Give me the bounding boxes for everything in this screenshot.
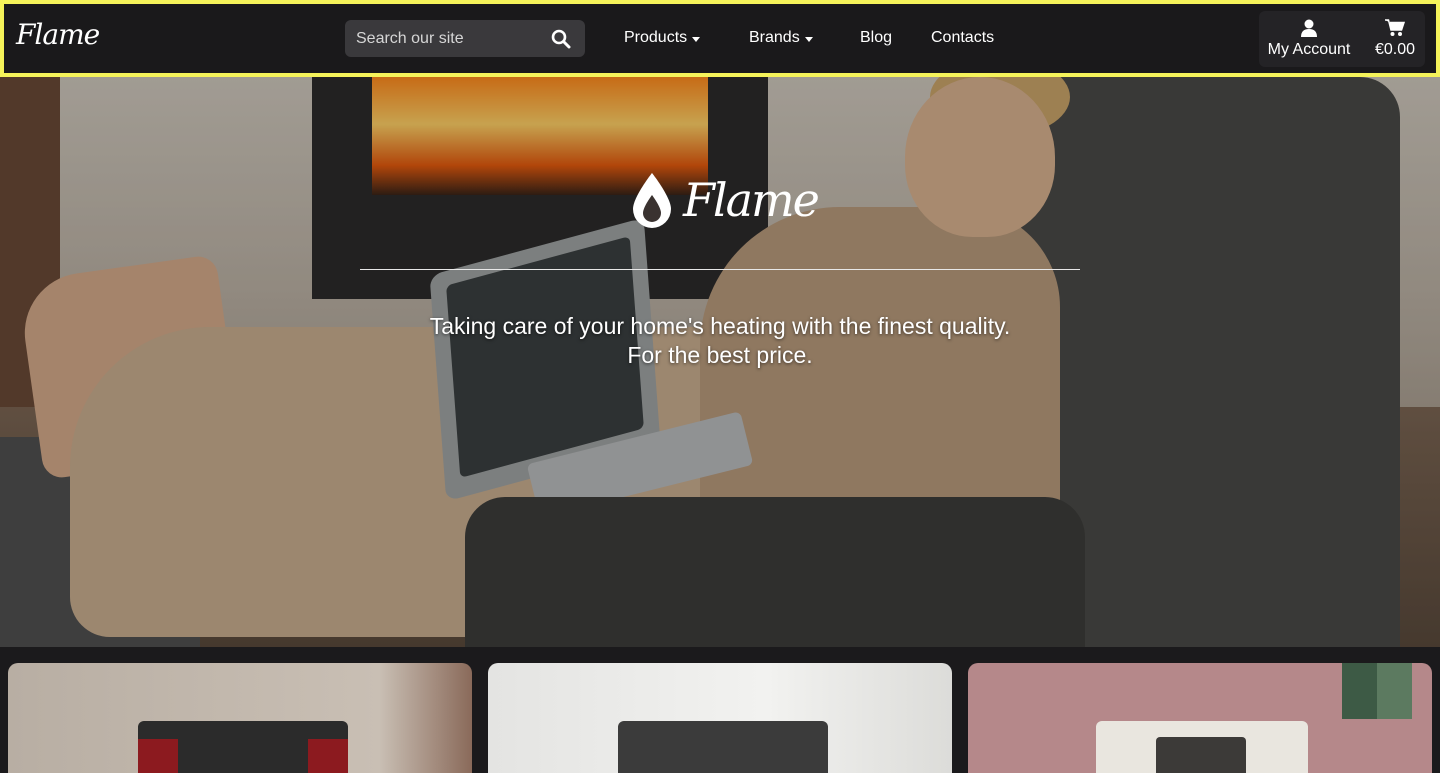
product-card[interactable] (488, 663, 952, 773)
nav-products-label: Products (624, 29, 688, 46)
caret-down-icon (692, 36, 701, 42)
cart-icon (1385, 19, 1405, 36)
nav-brands-label: Brands (749, 29, 800, 46)
hero-tagline-line1: Taking care of your home's heating with … (429, 313, 1011, 339)
nav-blog-label: Blog (860, 29, 893, 46)
nav-contacts[interactable]: Contacts (931, 29, 994, 47)
nav-products[interactable]: Products (624, 29, 701, 47)
cart-button[interactable]: €0.00 (1369, 15, 1421, 59)
caret-down-icon (804, 36, 813, 42)
my-account-label: My Account (1267, 41, 1351, 58)
hero-logo: Flame (631, 170, 831, 230)
stove-side-panel (308, 739, 348, 773)
search-box (345, 20, 585, 57)
search-input[interactable] (345, 29, 540, 48)
wall-art (1342, 663, 1412, 719)
drop-icon (633, 173, 671, 228)
product-image (618, 721, 828, 773)
brand-logo[interactable]: Flame (16, 18, 100, 51)
stove-side-panel (138, 739, 178, 773)
cart-total: €0.00 (1374, 41, 1416, 58)
hero-logo-text: Flame (683, 173, 820, 227)
hero-banner: Flame Taking care of your home's heating… (0, 77, 1440, 647)
search-icon[interactable] (551, 29, 571, 49)
product-image (1096, 721, 1308, 773)
hero-tagline-line2: For the best price. (627, 342, 813, 368)
product-card[interactable] (968, 663, 1432, 773)
account-cart-panel: My Account €0.00 (1259, 11, 1425, 67)
my-account-button[interactable]: My Account (1263, 15, 1355, 59)
user-icon (1301, 19, 1317, 37)
product-image (138, 721, 348, 773)
product-cards (0, 647, 1440, 773)
navbar: Flame Products Brands Blog Contacts My A… (0, 0, 1440, 77)
stove-door (1156, 737, 1246, 773)
product-card[interactable] (8, 663, 472, 773)
hero-divider (360, 269, 1080, 270)
hero-tagline: Taking care of your home's heating with … (320, 312, 1120, 370)
nav-brands[interactable]: Brands (749, 29, 813, 47)
nav-contacts-label: Contacts (931, 29, 995, 46)
nav-blog[interactable]: Blog (860, 29, 892, 47)
